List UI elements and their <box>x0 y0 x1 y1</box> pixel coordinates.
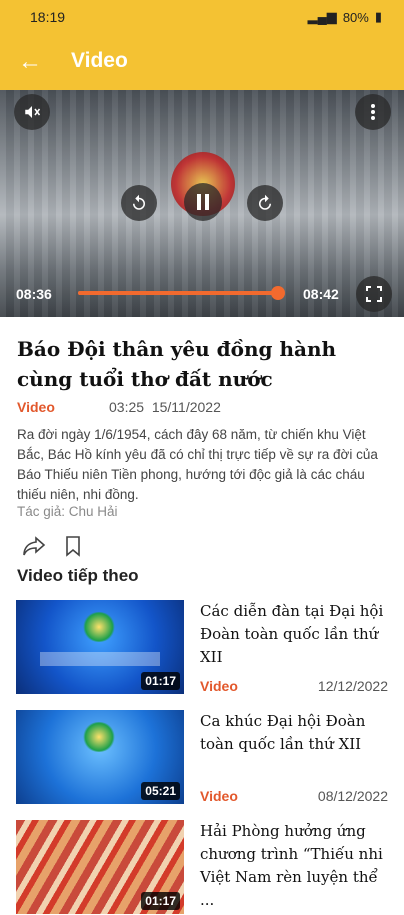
related-title[interactable]: Hải Phòng hưởng ứng chương trình “Thiếu … <box>200 820 390 912</box>
related-category[interactable]: Video <box>200 788 238 804</box>
battery-icon: ▮ <box>374 9 382 24</box>
replay-10-icon[interactable] <box>121 185 157 221</box>
battery-percent: 80% <box>342 9 369 25</box>
related-title[interactable]: Các diễn đàn tại Đại hội Đoàn toàn quốc … <box>200 600 390 669</box>
progress-fill <box>78 291 278 295</box>
duration-time: 08:42 <box>303 286 339 302</box>
pause-icon[interactable] <box>184 183 222 221</box>
related-duration: 01:17 <box>141 672 180 690</box>
status-bar: 18:19 ▂▄▆ 80% ▮ <box>0 0 404 34</box>
mute-icon[interactable] <box>14 94 50 130</box>
related-date: 12/12/2022 <box>317 678 388 694</box>
progress-bar[interactable] <box>78 286 285 300</box>
signal-icon: ▂▄▆ <box>307 9 337 24</box>
related-thumbnail[interactable]: 01:17 <box>16 600 184 694</box>
page-title: Video <box>71 49 128 72</box>
bookmark-icon[interactable] <box>64 535 82 557</box>
video-player[interactable]: 08:36 08:42 <box>0 90 404 317</box>
article-category[interactable]: Video <box>17 399 55 415</box>
related-date: 08/12/2022 <box>317 788 388 804</box>
related-title[interactable]: Ca khúc Đại hội Đoàn toàn quốc lần thứ X… <box>200 710 390 756</box>
article-meta: Video 03:25 15/11/2022 <box>17 399 221 415</box>
forward-10-icon[interactable] <box>247 185 283 221</box>
article-author: Tác giả: Chu Hải <box>17 504 118 519</box>
related-category[interactable]: Video <box>200 678 238 694</box>
related-item[interactable]: 01:17 Hải Phòng hưởng ứng chương trình “… <box>16 820 388 915</box>
share-icon[interactable] <box>22 535 46 557</box>
related-item[interactable]: 05:21 Ca khúc Đại hội Đoàn toàn quốc lần… <box>16 710 388 805</box>
back-arrow-icon[interactable]: ← <box>16 48 44 76</box>
related-thumbnail[interactable]: 05:21 <box>16 710 184 804</box>
fullscreen-icon[interactable] <box>356 276 392 312</box>
related-duration: 05:21 <box>141 782 180 800</box>
article-title: Báo Đội thân yêu đồng hành cùng tuổi thơ… <box>17 337 337 391</box>
related-duration: 01:17 <box>141 892 180 910</box>
status-icons: ▂▄▆ 80% ▮ <box>308 9 382 25</box>
progress-thumb[interactable] <box>270 286 285 300</box>
article-datetime: 03:25 15/11/2022 <box>109 399 309 415</box>
app-bar: ← Video <box>0 34 404 90</box>
article-actions <box>22 533 82 559</box>
article-duration: 03:25 <box>109 399 145 415</box>
article-description: Ra đời ngày 1/6/1954, cách đây 68 năm, t… <box>17 427 378 502</box>
related-item[interactable]: 01:17 Các diễn đàn tại Đại hội Đoàn toàn… <box>16 600 388 695</box>
status-time: 18:19 <box>30 9 66 25</box>
article-date: 15/11/2022 <box>151 399 221 415</box>
more-vert-icon[interactable] <box>355 94 391 130</box>
related-heading: Video tiếp theo <box>17 566 139 585</box>
current-time: 08:36 <box>16 286 52 302</box>
